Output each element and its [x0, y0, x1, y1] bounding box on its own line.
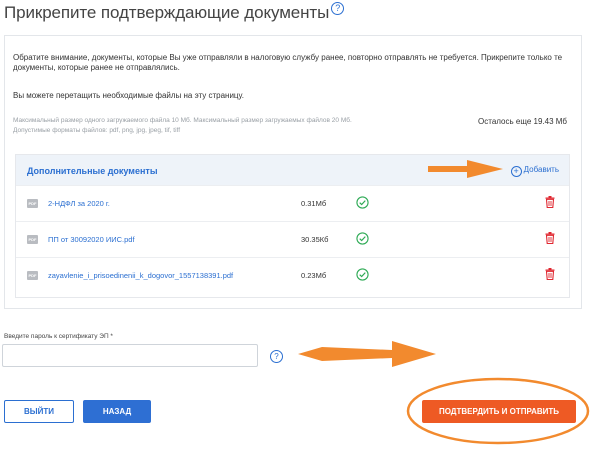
check-circle-icon	[356, 196, 369, 209]
documents-header: Дополнительные документы + Добавить	[16, 155, 569, 185]
remaining-space: Осталось еще 19.43 Мб	[478, 117, 567, 126]
confirm-and-send-button[interactable]: ПОДТВЕРДИТЬ И ОТПРАВИТЬ	[422, 400, 576, 423]
pdf-icon: PDF	[27, 235, 38, 244]
certificate-password-input[interactable]	[2, 344, 258, 367]
upload-panel: Обратите внимание, документы, которые Вы…	[4, 35, 582, 309]
document-name-link[interactable]: ПП от 30092020 ИИС.pdf	[48, 235, 135, 244]
password-label: Введите пароль к сертификату ЭП *	[4, 333, 113, 340]
max-size-text: Максимальный размер одного загружаемого …	[13, 117, 352, 124]
file-limits: Максимальный размер одного загружаемого …	[13, 116, 352, 136]
trash-icon[interactable]	[545, 232, 555, 244]
annotation-arrow-password	[298, 341, 436, 367]
document-name-link[interactable]: zayavlenie_i_prisoedinenii_k_dogovor_155…	[48, 271, 233, 280]
document-size: 0.31Мб	[301, 199, 327, 208]
document-row: PDF zayavlenie_i_prisoedinenii_k_dogovor…	[16, 257, 569, 294]
documents-block: Дополнительные документы + Добавить PDF 2…	[15, 154, 570, 298]
trash-icon[interactable]	[545, 268, 555, 280]
back-button[interactable]: НАЗАД	[83, 400, 151, 423]
pdf-icon: PDF	[27, 271, 38, 280]
check-circle-icon	[356, 268, 369, 281]
plus-circle-icon: +	[510, 166, 522, 177]
document-size: 30.35Кб	[301, 235, 329, 244]
add-document-label: Добавить	[523, 165, 559, 174]
add-document-button[interactable]: + Добавить	[510, 165, 559, 177]
drag-drop-hint: Вы можете перетащить необходимые файлы н…	[13, 91, 244, 100]
check-circle-icon	[356, 232, 369, 245]
trash-icon[interactable]	[545, 196, 555, 208]
notice-text: Обратите внимание, документы, которые Вы…	[13, 53, 563, 72]
exit-button[interactable]: ВЫЙТИ	[4, 400, 74, 423]
document-row: PDF ПП от 30092020 ИИС.pdf 30.35Кб	[16, 221, 569, 258]
allowed-formats-text: Допустимые форматы файлов: pdf, png, jpg…	[13, 127, 181, 134]
page-title: Прикрепите подтверждающие документы?	[4, 2, 345, 23]
document-size: 0.23Мб	[301, 271, 327, 280]
title-help-icon[interactable]: ?	[331, 2, 345, 15]
document-name-link[interactable]: 2-НДФЛ за 2020 г.	[48, 199, 110, 208]
documents-title: Дополнительные документы	[27, 166, 158, 176]
question-circle-icon[interactable]: ?	[270, 350, 283, 363]
page-title-text: Прикрепите подтверждающие документы	[4, 3, 330, 22]
document-row: PDF 2-НДФЛ за 2020 г. 0.31Мб	[16, 185, 569, 222]
pdf-icon: PDF	[27, 199, 38, 208]
